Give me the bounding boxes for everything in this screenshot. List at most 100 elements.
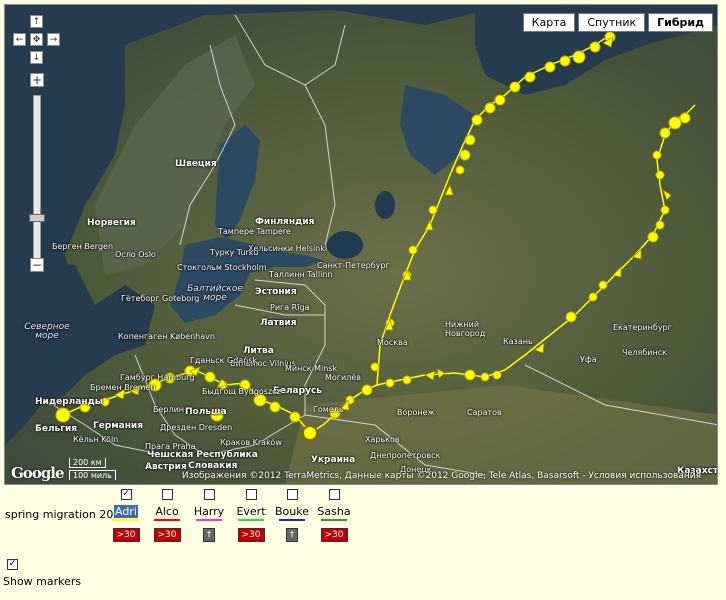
map-type-map-button[interactable]: Карта bbox=[522, 13, 576, 32]
country-label: Словакия bbox=[188, 461, 238, 471]
bird-checkbox[interactable] bbox=[286, 489, 298, 500]
pan-right-button[interactable]: → bbox=[47, 33, 60, 46]
route-marker bbox=[428, 205, 438, 215]
bird-color-line bbox=[238, 519, 264, 521]
route-marker bbox=[464, 369, 476, 381]
route-marker bbox=[655, 220, 665, 230]
city-label: Краков Kraków bbox=[220, 438, 282, 447]
route-marker bbox=[509, 81, 521, 93]
bird-name[interactable]: Bouke bbox=[274, 505, 310, 518]
route-marker bbox=[361, 384, 373, 396]
bird-name[interactable]: Sasha bbox=[316, 505, 351, 518]
city-label: Берген Bergen bbox=[52, 242, 114, 251]
country-label: Украина bbox=[311, 455, 356, 465]
route-marker bbox=[455, 165, 465, 175]
map-type-satellite-button[interactable]: Спутник bbox=[578, 13, 646, 32]
city-label: Быдгощ Bydgoszcz bbox=[202, 387, 281, 396]
city-label: Минск Minsk bbox=[285, 364, 338, 373]
bird-status-badge: >30 bbox=[153, 528, 181, 542]
bird-name[interactable]: Adri bbox=[114, 505, 138, 518]
show-markers-checkbox[interactable]: ✓ bbox=[7, 559, 18, 570]
bird-status-badge: † bbox=[202, 528, 216, 542]
bird-checkbox[interactable] bbox=[245, 489, 257, 500]
bird-status-badge: >30 bbox=[112, 528, 140, 542]
route-marker bbox=[484, 102, 496, 114]
country-label: Швеция bbox=[175, 159, 217, 169]
city-label: Стокгольм Stockholm bbox=[177, 263, 267, 272]
bird-checkbox[interactable] bbox=[161, 489, 173, 500]
route-marker bbox=[544, 61, 556, 73]
direction-arrow bbox=[436, 368, 446, 379]
bird-color-line bbox=[113, 519, 139, 521]
city-label: Харьков bbox=[365, 435, 400, 444]
route-marker bbox=[588, 292, 598, 302]
city-label: Уфа bbox=[580, 355, 597, 364]
route-marker bbox=[289, 411, 301, 423]
route-marker bbox=[589, 41, 601, 53]
city-label: Дрезден Dresden bbox=[160, 423, 233, 432]
city-label: Москва bbox=[377, 338, 408, 347]
country-label: Финляндия bbox=[255, 217, 315, 227]
bird-checkbox[interactable] bbox=[203, 489, 215, 500]
zoom-out-button[interactable]: − bbox=[30, 258, 44, 272]
route-marker bbox=[494, 94, 506, 106]
map-type-hybrid-button[interactable]: Гибрид bbox=[648, 13, 713, 32]
bird-name[interactable]: Evert bbox=[235, 505, 266, 518]
bird-name[interactable]: Alco bbox=[154, 505, 179, 518]
direction-arrow bbox=[534, 342, 545, 354]
route-marker bbox=[598, 280, 608, 290]
city-label: Гданьск Gdańsk bbox=[190, 356, 258, 365]
city-label: Могилёв bbox=[325, 373, 361, 382]
pan-left-button[interactable]: ← bbox=[13, 33, 26, 46]
city-label: Нижний Новгород bbox=[445, 320, 486, 338]
bird-status-badge: † bbox=[285, 528, 299, 542]
bird-color-line bbox=[196, 519, 222, 521]
zoom-slider-track[interactable] bbox=[33, 95, 41, 259]
city-label: Днепропетровск bbox=[370, 451, 441, 460]
route-marker bbox=[524, 71, 536, 83]
city-label: Челябинск bbox=[622, 348, 667, 357]
google-logo[interactable]: Google bbox=[11, 464, 65, 482]
city-label: Прага Praha bbox=[145, 442, 196, 451]
route-marker bbox=[655, 170, 665, 180]
city-label: Кёльн Köln bbox=[73, 435, 119, 444]
country-label: Чешская Республика bbox=[147, 450, 258, 460]
city-label: Турку Turku bbox=[210, 248, 259, 257]
route-marker bbox=[385, 378, 395, 388]
city-label: Санкт-Петербург bbox=[317, 261, 390, 270]
bird-adri: ✓ Adri >30 bbox=[106, 489, 146, 542]
route-marker bbox=[471, 114, 483, 126]
city-label: Воронеж bbox=[397, 408, 435, 417]
pan-center-button[interactable]: ✥ bbox=[30, 33, 43, 46]
country-label: Бельгия bbox=[35, 424, 78, 434]
pan-up-button[interactable]: ↑ bbox=[30, 15, 43, 28]
city-label: Тампере Tampere bbox=[218, 227, 291, 236]
direction-arrow bbox=[632, 248, 642, 260]
route-marker bbox=[659, 127, 671, 139]
scale-bar-miles: 100 миль bbox=[69, 470, 116, 480]
route-marker bbox=[408, 245, 418, 255]
bird-checkbox[interactable]: ✓ bbox=[120, 489, 132, 500]
bird-name[interactable]: Harry bbox=[193, 505, 225, 518]
pan-down-button[interactable]: ↓ bbox=[30, 51, 43, 64]
route-marker bbox=[572, 50, 586, 64]
map-view[interactable]: Норвегия Швеция Финляндия Эстония Латвия… bbox=[4, 4, 718, 485]
bird-checkbox[interactable] bbox=[328, 489, 340, 500]
show-markers-label[interactable]: Show markers bbox=[3, 575, 81, 588]
zoom-in-button[interactable]: + bbox=[30, 73, 44, 87]
map-attribution[interactable]: Изображения ©2012 TerraMetrics, Данные к… bbox=[182, 471, 701, 481]
bird-color-line bbox=[279, 519, 305, 521]
country-label: Австрия bbox=[145, 462, 187, 472]
city-label: Гамбург Hamburg bbox=[120, 373, 195, 382]
route-marker bbox=[668, 116, 682, 130]
city-label: Казань bbox=[503, 337, 533, 346]
zoom-slider-thumb[interactable] bbox=[29, 214, 45, 222]
route-marker bbox=[204, 371, 216, 383]
bird-harry: Harry † bbox=[189, 489, 229, 542]
city-label: Хельсинки Helsinki bbox=[248, 244, 328, 253]
route-marker bbox=[565, 311, 577, 323]
country-label: Польша bbox=[185, 407, 227, 417]
route-marker bbox=[652, 150, 662, 160]
bird-sasha: Sasha >30 bbox=[314, 489, 354, 542]
bird-color-line bbox=[154, 519, 180, 521]
